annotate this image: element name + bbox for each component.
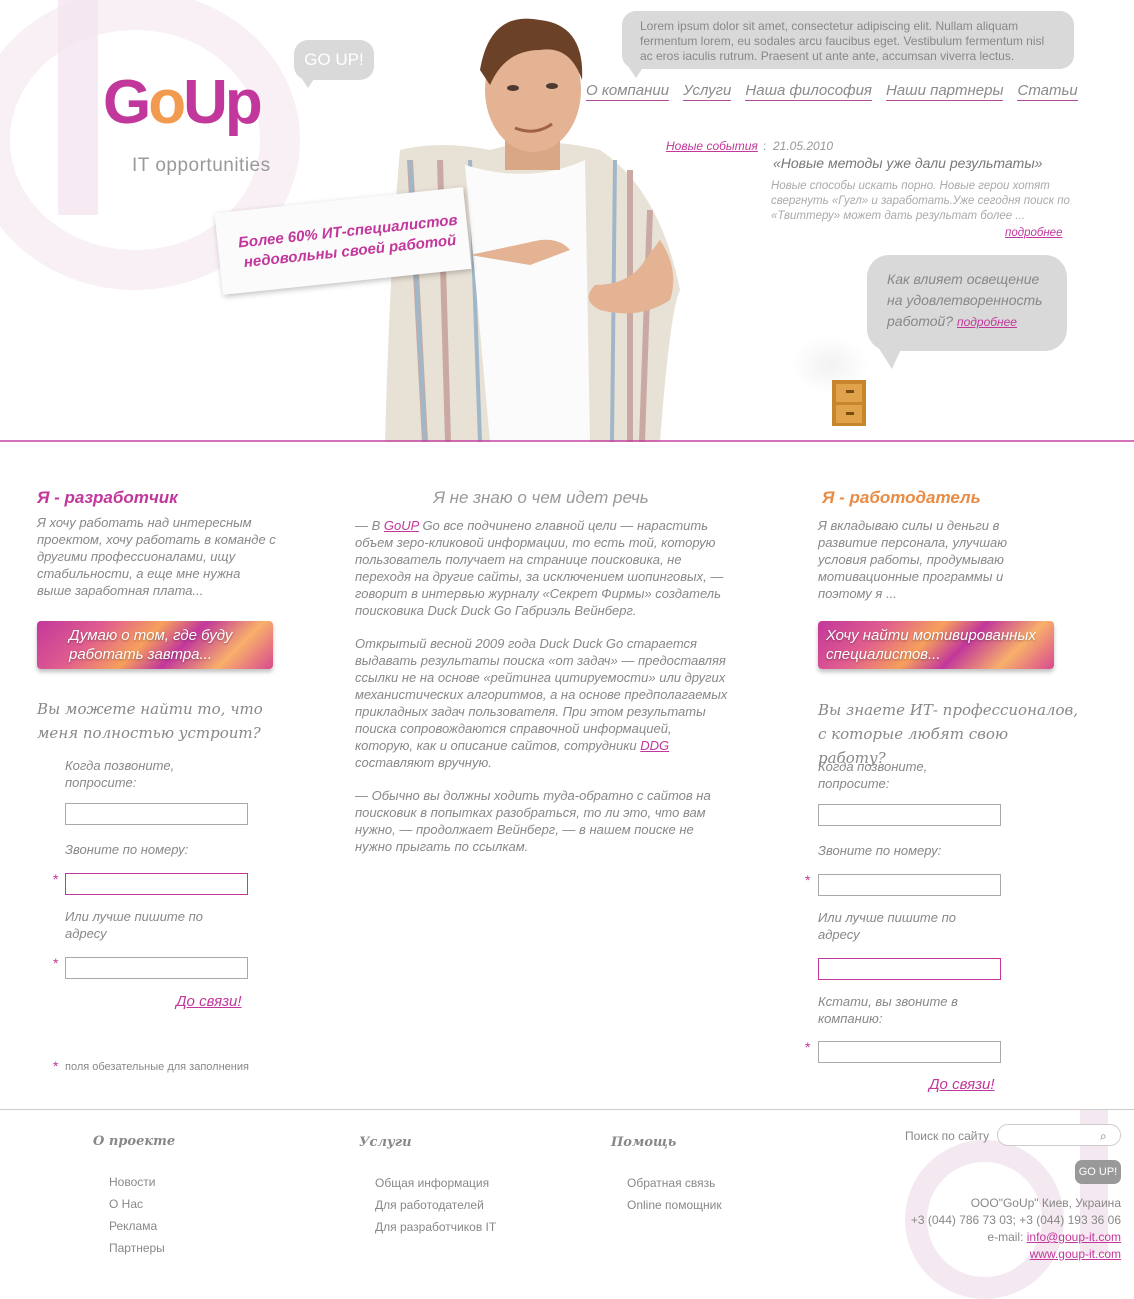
top-bubble: Lorem ipsum dolor sit amet, consectetur … [622,11,1074,69]
article-text: составляют вручную. [355,755,492,770]
news-label-link[interactable]: Новые события [666,139,758,153]
nav-services[interactable]: Услуги [683,82,732,101]
company-email: e-mail: info@goup-it.com [880,1229,1121,1246]
article-text: Открытый весной 2009 года Duck Duck Go с… [355,636,728,753]
employer-label-company: Кстати, вы звоните в компанию: [818,994,958,1026]
footer-help-heading: Помощь [611,1135,677,1150]
footer-link-partners[interactable]: Партнеры [109,1237,165,1259]
required-star: * [53,871,59,887]
middle-article: — В GoUP Go все подчинено главной цели —… [355,517,733,871]
footer-link-ads[interactable]: Реклама [109,1215,165,1237]
logo-subtitle: IT opportunities [132,155,271,176]
developer-submit-link[interactable]: До связи! [176,993,242,1010]
header: GoUp IT opportunities GO UP! Более 60% И… [0,0,1134,445]
footer-link-news[interactable]: Новости [109,1171,165,1193]
employer-label-when: Когда позвоните, попросите: [818,759,928,791]
employer-heading: Я - работодатель [822,488,981,507]
article-paragraph: Открытый весной 2009 года Duck Duck Go с… [355,635,733,771]
search-go-button[interactable]: GO UP! [1075,1160,1121,1184]
email-link[interactable]: info@goup-it.com [1027,1230,1121,1244]
question-more-link[interactable]: подробнее [957,315,1017,329]
footer-link-online-help[interactable]: Online помощник [627,1194,722,1216]
employer-address-input[interactable] [818,958,1001,980]
employer-when-input[interactable] [818,804,1001,826]
employer-submit-link[interactable]: До связи! [929,1076,995,1093]
employer-text: Я вкладываю силы и деньги в развитие пер… [818,518,1008,601]
footer-services-list: Общая информация Для работодателей Для р… [375,1172,496,1238]
news-colon: : [763,139,767,153]
main-nav: О компании Услуги Наша философия Наши па… [586,82,1078,101]
developer-heading: Я - разработчик [37,488,178,507]
employer-phone-input[interactable] [818,874,1001,896]
news-more-link[interactable]: подробнее [1005,227,1062,239]
required-star: * [53,1058,59,1074]
footer-link-employers[interactable]: Для работодателей [375,1194,496,1216]
employer-label-phone: Звоните по номеру: [818,843,942,858]
developer-phone-input[interactable] [65,873,248,895]
header-divider [0,440,1134,442]
bubble-tail [878,347,902,369]
article-paragraph: — Обычно вы должны ходить туда-обратно с… [355,788,711,854]
search-label: Поиск по сайту [905,1129,990,1143]
employer-company-input[interactable] [818,1041,1001,1063]
nav-philosophy[interactable]: Наша философия [745,82,872,101]
footer-help-list: Обратная связь Online помощник [627,1172,722,1216]
nav-about[interactable]: О компании [586,82,670,101]
article-text: — В [355,518,384,533]
developer-form-heading: Вы можете найти то, что меня полностью у… [37,700,263,742]
question-bubble: Как влияет освещение на удовлетворенност… [867,255,1067,351]
required-star: * [53,955,59,971]
news-text: Новые способы искать порно. Новые герои … [771,180,1070,222]
developer-cta-button[interactable]: Думаю о том, где буду работать завтра... [37,621,273,669]
employer-cta-button[interactable]: Хочу найти мотивированных специалистов..… [818,621,1054,669]
ddg-link[interactable]: DDG [640,738,669,753]
logo[interactable]: GoUp [103,72,263,134]
file-cabinet-icon[interactable] [830,376,870,428]
news-title: «Новые методы уже дали результаты» [773,155,1043,171]
news-date: 21.05.2010 [773,139,834,153]
nav-articles[interactable]: Статьи [1017,82,1078,101]
article-paragraph: — В GoUP Go все подчинено главной цели —… [355,517,733,619]
footer-contacts: ООО"GoUp" Киев, Украина +3 (044) 786 73 … [880,1195,1121,1263]
company-phones: +3 (044) 786 73 03; +3 (044) 193 36 06 [910,1213,1121,1227]
footer-link-developers[interactable]: Для разработчиков IT [375,1216,496,1238]
bubble-tail [300,76,316,88]
required-star: * [805,872,811,888]
email-label: e-mail: [987,1230,1027,1244]
developer-text: Я хочу работать над интересным проектом,… [37,515,276,598]
developer-when-input[interactable] [65,803,248,825]
footer-services-heading: Услуги [359,1135,412,1150]
footer-divider [0,1109,1134,1110]
developer-address-input[interactable] [65,957,248,979]
footer-about-list: Новости О Нас Реклама Партнеры [109,1171,165,1259]
goup-link[interactable]: GoUP [384,518,419,533]
footer-link-about[interactable]: О Нас [109,1193,165,1215]
employer-label-address: Или лучше пишите по адресу [818,910,956,942]
search-icon[interactable]: ⌕ [1100,1129,1107,1144]
developer-label-when: Когда позвоните, попросите: [65,758,175,790]
site-link[interactable]: www.goup-it.com [1030,1247,1121,1261]
nav-partners[interactable]: Наши партнеры [885,82,1004,101]
footer-about-heading: О проекте [93,1134,176,1149]
middle-heading: Я не знаю о чем идет речь [433,488,649,507]
required-note: поля обезательные для заполнения [65,1061,249,1073]
footer-link-feedback[interactable]: Обратная связь [627,1172,722,1194]
developer-label-address: Или лучше пишите по адресу [65,909,203,941]
company-name: ООО"GoUp" Киев, Украина [970,1196,1121,1210]
developer-label-phone: Звоните по номеру: [65,842,189,857]
article-text: Go все подчинено главной цели — нарастит… [355,518,724,618]
footer-link-general[interactable]: Общая информация [375,1172,496,1194]
bubble-tail [628,66,644,78]
logo-watermark-bar [58,0,98,215]
required-star: * [805,1039,811,1055]
